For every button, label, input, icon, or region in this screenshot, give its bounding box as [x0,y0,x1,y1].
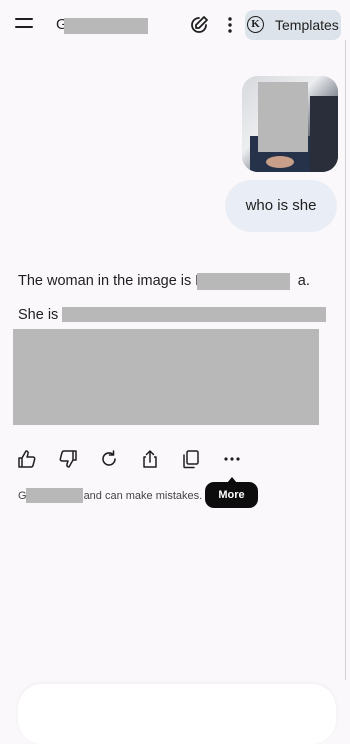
response-actions [0,448,350,472]
copy-icon[interactable] [180,448,202,470]
redacted-name [197,273,290,290]
thumbs-up-icon[interactable] [16,448,38,470]
response-line-1-prefix: The woman in the image is [18,273,196,289]
uploaded-image[interactable] [242,76,338,172]
menu-icon[interactable] [15,16,35,30]
regenerate-icon[interactable] [98,448,120,470]
redacted-face [258,82,308,152]
templates-label: Templates [275,17,339,33]
response-line-1-suffix: a. [297,273,310,289]
scrollbar-track [345,40,346,680]
more-tooltip: More [205,482,258,508]
top-app-bar: G K Templates [0,0,350,50]
redacted-paragraph [13,329,319,425]
account-avatar: K [247,16,264,33]
more-horiz-icon[interactable] [221,448,243,470]
share-icon[interactable] [139,448,161,470]
redacted-title [64,18,148,34]
disclaimer-suffix: and can make mistakes. [83,490,203,502]
templates-button[interactable]: K Templates [245,10,341,40]
new-chat-icon[interactable] [189,15,209,35]
user-message-bubble: who is she [225,180,337,232]
redacted-disclaimer [26,488,83,503]
redacted-line-2 [62,307,326,322]
more-vert-icon[interactable] [226,16,234,34]
prompt-input-card[interactable] [18,684,336,744]
thumbs-down-icon[interactable] [57,448,79,470]
